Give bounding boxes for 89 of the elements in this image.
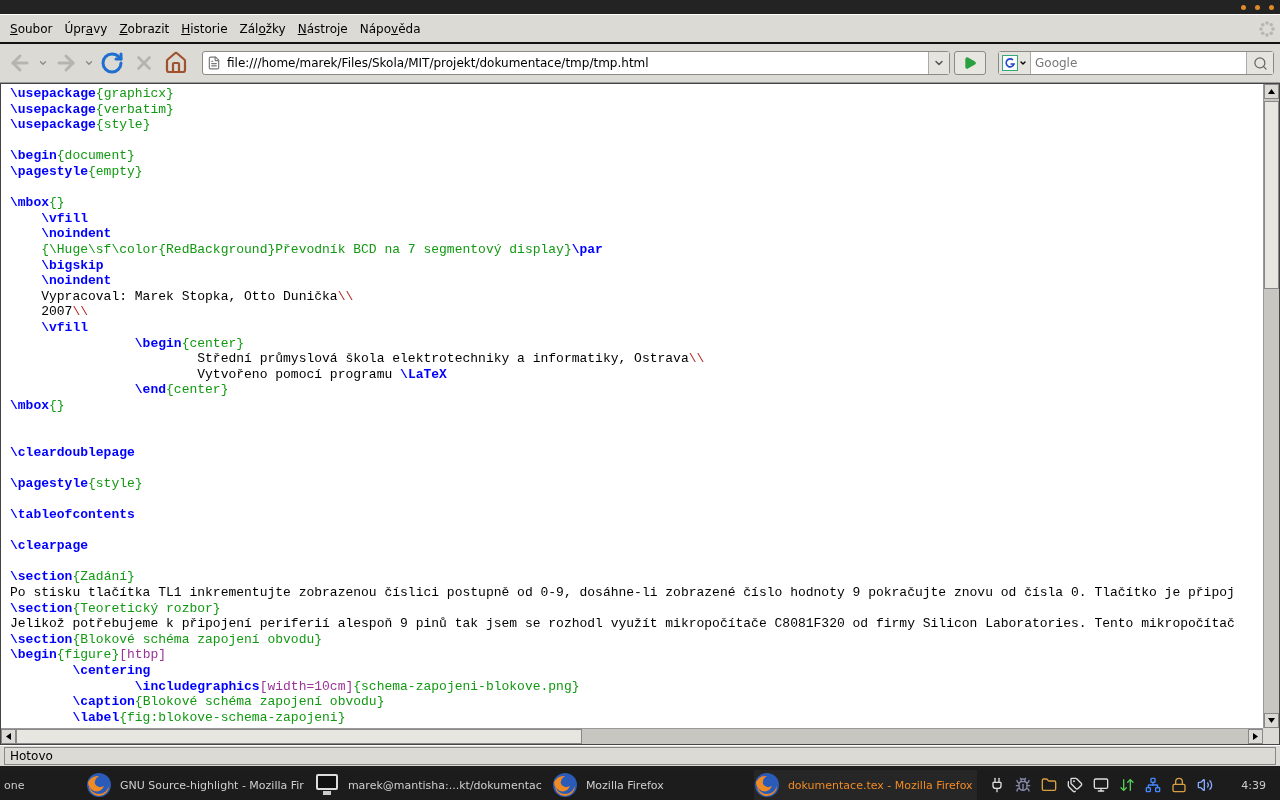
code-line: \end{center} bbox=[133, 382, 229, 398]
code-line: \includegraphics[width=10cm]{schema-zapojeni-blokove.png} bbox=[133, 678, 580, 695]
menu-item[interactable]: Historie bbox=[175, 19, 234, 38]
code-line: \begin{document} bbox=[10, 148, 135, 164]
menu-item[interactable]: Zobrazit bbox=[113, 19, 176, 38]
globe-fox-icon bbox=[86, 772, 112, 798]
taskbar-button[interactable]: Mozilla Firefox bbox=[551, 770, 748, 800]
code-line: \usepackage{graphicx} bbox=[10, 86, 174, 102]
menu-item[interactable]: Úpravy bbox=[58, 19, 114, 38]
workspace-label: one bbox=[4, 778, 26, 792]
monitor-icon[interactable] bbox=[1092, 777, 1109, 793]
horizontal-scrollbar[interactable] bbox=[1, 728, 1263, 744]
throbber-icon bbox=[1258, 19, 1276, 38]
arrow-down-icon bbox=[1268, 718, 1275, 723]
search-engine-button[interactable] bbox=[999, 52, 1031, 74]
bug-icon[interactable] bbox=[1014, 777, 1031, 793]
scrollbar-thumb[interactable] bbox=[16, 729, 582, 744]
url-field[interactable]: file:///home/marek/Files/Skola/MIT/projekt/dokumentace/tmp/tmp.html bbox=[202, 51, 950, 75]
menu-item[interactable]: Nápověda bbox=[353, 19, 427, 38]
code-line: \caption{Blokové schéma zapojení obvodu} bbox=[71, 694, 385, 710]
taskbar-button[interactable]: marek@mantisha:...kt/dokumentac bbox=[313, 770, 546, 800]
volume-icon[interactable] bbox=[1196, 777, 1213, 793]
code-line: Vytvořeno pomocí programu \LaTeX bbox=[196, 366, 447, 383]
code-line: Vypracoval: Marek Stopka, Otto Dunička\\ bbox=[40, 288, 354, 305]
clock: 4:39 bbox=[1241, 778, 1267, 792]
lock-icon[interactable] bbox=[1170, 777, 1187, 793]
scroll-left-button[interactable] bbox=[1, 729, 16, 744]
code-line: \cleardoublepage bbox=[10, 444, 135, 461]
code-line: \pagestyle{style} bbox=[10, 475, 143, 492]
search-button[interactable] bbox=[1246, 52, 1273, 74]
folder-icon[interactable] bbox=[1040, 777, 1057, 793]
code-line: \label{fig:blokove-schema-zapojeni} bbox=[71, 709, 346, 726]
arrows-icon[interactable] bbox=[1118, 777, 1135, 793]
scroll-up-button[interactable] bbox=[1264, 84, 1279, 99]
caret-icon bbox=[84, 58, 94, 68]
code-line: Po stisku tlačítka TL1 inkrementujte zobrazenou číslici postupně od 0-9, dosáhne-li zobrazené číslo hodnoty 9 pokračujte znovu od čísla 0. Tlačítko je připoj bbox=[10, 585, 1235, 601]
code-line: \pagestyle{empty} bbox=[10, 163, 143, 180]
code-line: Jelikož potřebujeme k připojení periferií alespoň 9 pinů tak jsem se rozhodl využít mikropočítače C8081F320 od firmy Silicon Laboratories. Tento mikropočítač bbox=[10, 616, 1235, 632]
code-line: \begin{figure}[htbp] bbox=[10, 647, 167, 663]
play-icon bbox=[963, 56, 977, 70]
code-line: \section{Teoretický rozbor} bbox=[10, 600, 221, 617]
go-button[interactable] bbox=[954, 51, 986, 75]
window-control-dot-icon[interactable] bbox=[1269, 4, 1274, 10]
code-line: \usepackage{verbatim} bbox=[10, 101, 174, 118]
window-control-dot-icon[interactable] bbox=[1255, 4, 1260, 10]
scroll-down-button[interactable] bbox=[1264, 713, 1279, 728]
code-line: Střední průmyslová škola elektrotechniky a informatiky, Ostrava\\ bbox=[196, 351, 705, 367]
menu-item[interactable]: Nástroje bbox=[291, 19, 354, 38]
code-line: \section{Blokové schéma zapojení obvodu} bbox=[10, 631, 323, 648]
arrow-right-icon bbox=[1253, 733, 1258, 740]
code-line: \mbox{} bbox=[10, 195, 65, 211]
caret-icon bbox=[38, 58, 48, 68]
tags-icon[interactable] bbox=[1066, 777, 1083, 793]
code-line: \noindent bbox=[40, 273, 112, 289]
code-line: \clearpage bbox=[10, 538, 88, 554]
scroll-right-button[interactable] bbox=[1248, 729, 1263, 744]
taskbar-button[interactable]: dokumentace.tex - Mozilla Firefox bbox=[753, 770, 977, 800]
code-line: \noindent bbox=[40, 226, 112, 242]
window-control-dot-icon[interactable] bbox=[1241, 4, 1246, 10]
page-icon bbox=[207, 56, 221, 70]
url-dropdown-button[interactable] bbox=[928, 52, 949, 74]
code-line: \tableofcontents bbox=[10, 507, 135, 523]
code-line: \usepackage{style} bbox=[10, 117, 151, 133]
globe-fox-icon bbox=[551, 772, 578, 798]
search-box[interactable]: Google bbox=[998, 51, 1274, 75]
code-line: {\Huge\sf\color{RedBackground}Převodník BCD na 7 segmentový display}\par bbox=[40, 241, 603, 258]
taskbar-button[interactable]: GNU Source-highlight - Mozilla Fir bbox=[86, 770, 308, 800]
menu-item[interactable]: Soubor bbox=[4, 19, 59, 38]
code-line: \mbox{} bbox=[10, 397, 65, 414]
network-icon[interactable] bbox=[1144, 777, 1161, 793]
code-line: \vfill bbox=[40, 319, 88, 336]
caret-icon bbox=[1019, 59, 1027, 67]
reload-icon bbox=[100, 51, 124, 75]
code-line: \centering bbox=[71, 662, 151, 679]
search-engine-logo-icon bbox=[1002, 55, 1018, 71]
code-line: \bigskip bbox=[40, 257, 104, 274]
scrollbar-thumb[interactable] bbox=[1264, 101, 1279, 289]
code-line: \begin{center} bbox=[133, 335, 245, 352]
code-line: 2007\\ bbox=[40, 304, 89, 320]
search-icon bbox=[1252, 55, 1268, 71]
status-text: Hotovo bbox=[4, 747, 1276, 765]
home-icon bbox=[164, 51, 188, 75]
code-line: \vfill bbox=[40, 210, 88, 227]
menu-item[interactable]: Záložky bbox=[233, 19, 292, 38]
globe-fox-icon bbox=[753, 772, 780, 798]
code-line: \section{Zadání} bbox=[10, 569, 135, 585]
arrow-left-icon bbox=[6, 733, 11, 740]
vertical-scrollbar[interactable] bbox=[1263, 84, 1279, 728]
arrow-up-icon bbox=[1268, 89, 1275, 94]
